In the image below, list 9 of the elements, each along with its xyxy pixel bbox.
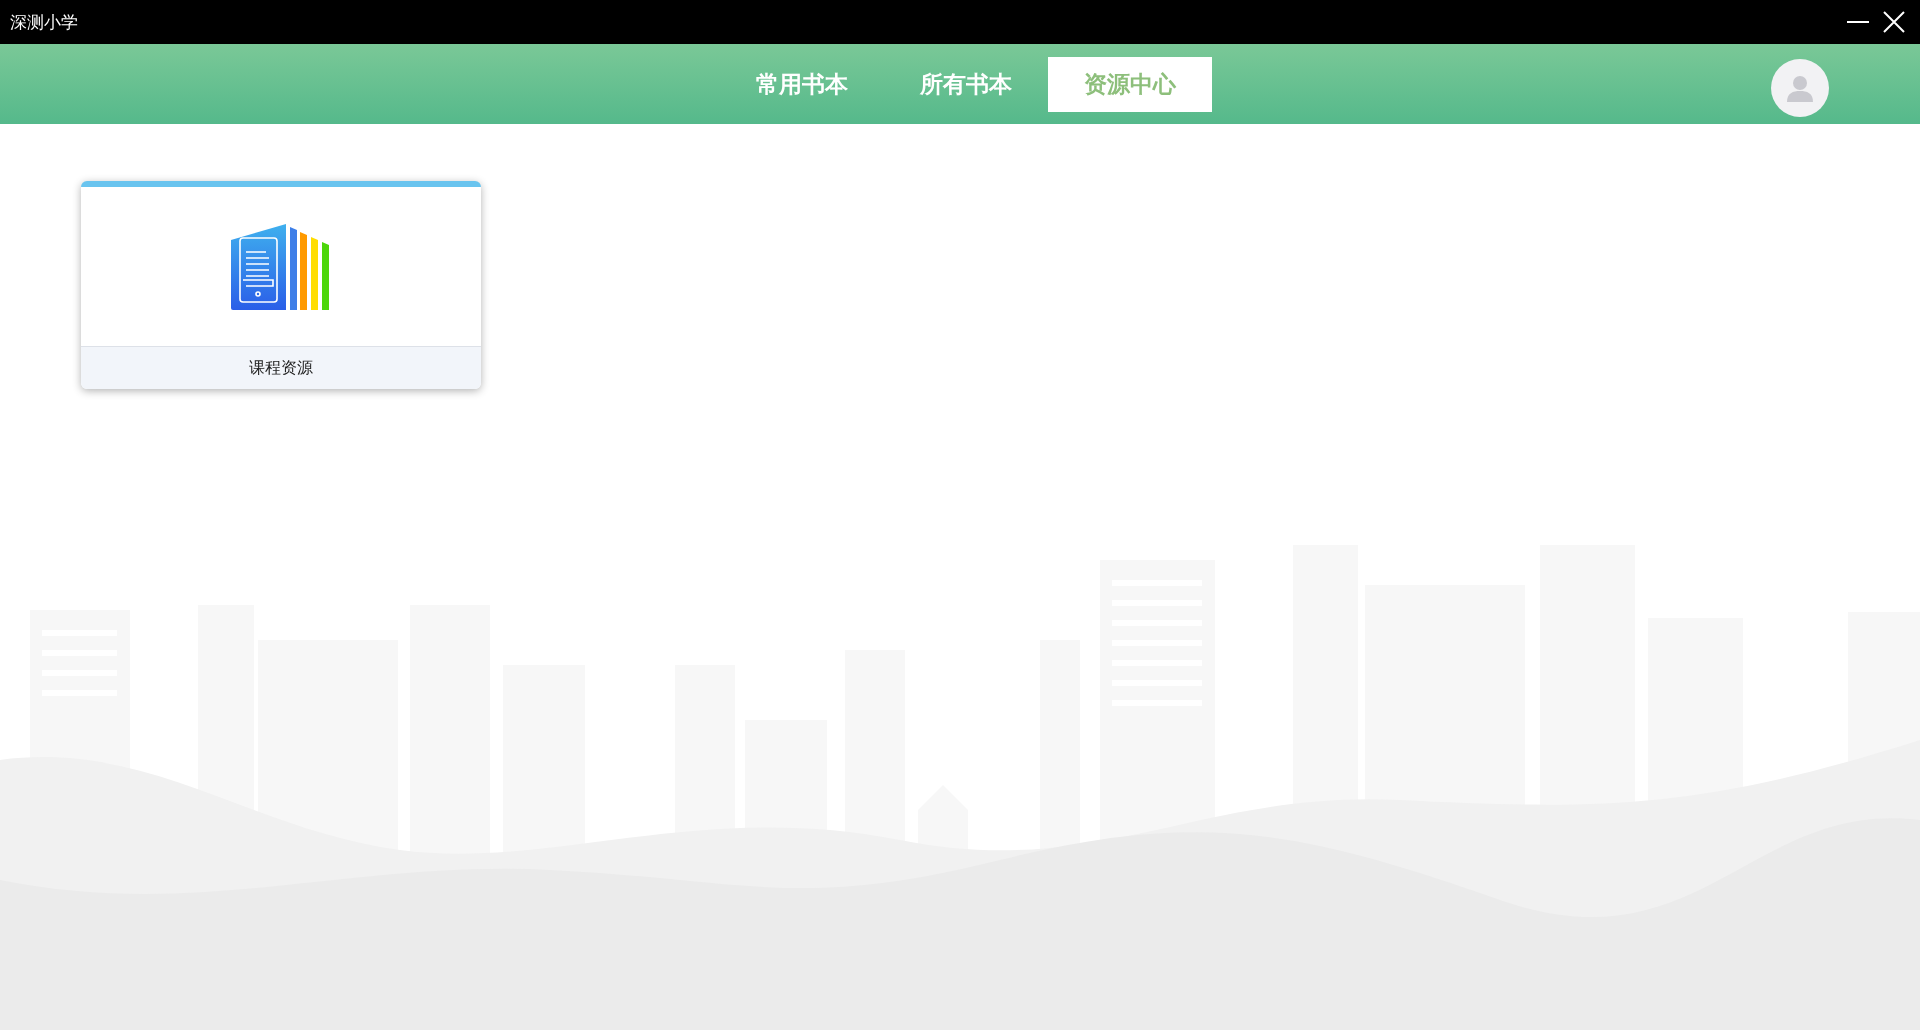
- window-title: 深测小学: [10, 10, 79, 34]
- nav-tab[interactable]: 资源中心: [1047, 56, 1212, 112]
- minimize-icon: [1847, 21, 1869, 23]
- close-icon: [1882, 10, 1906, 34]
- resource-card[interactable]: 课程资源: [81, 181, 481, 389]
- colorful-books-icon: [230, 223, 332, 310]
- nav-tab[interactable]: 所有书本: [886, 56, 1045, 112]
- user-silhouette-icon: [1785, 73, 1815, 103]
- nav-tab[interactable]: 常用书本: [722, 56, 881, 112]
